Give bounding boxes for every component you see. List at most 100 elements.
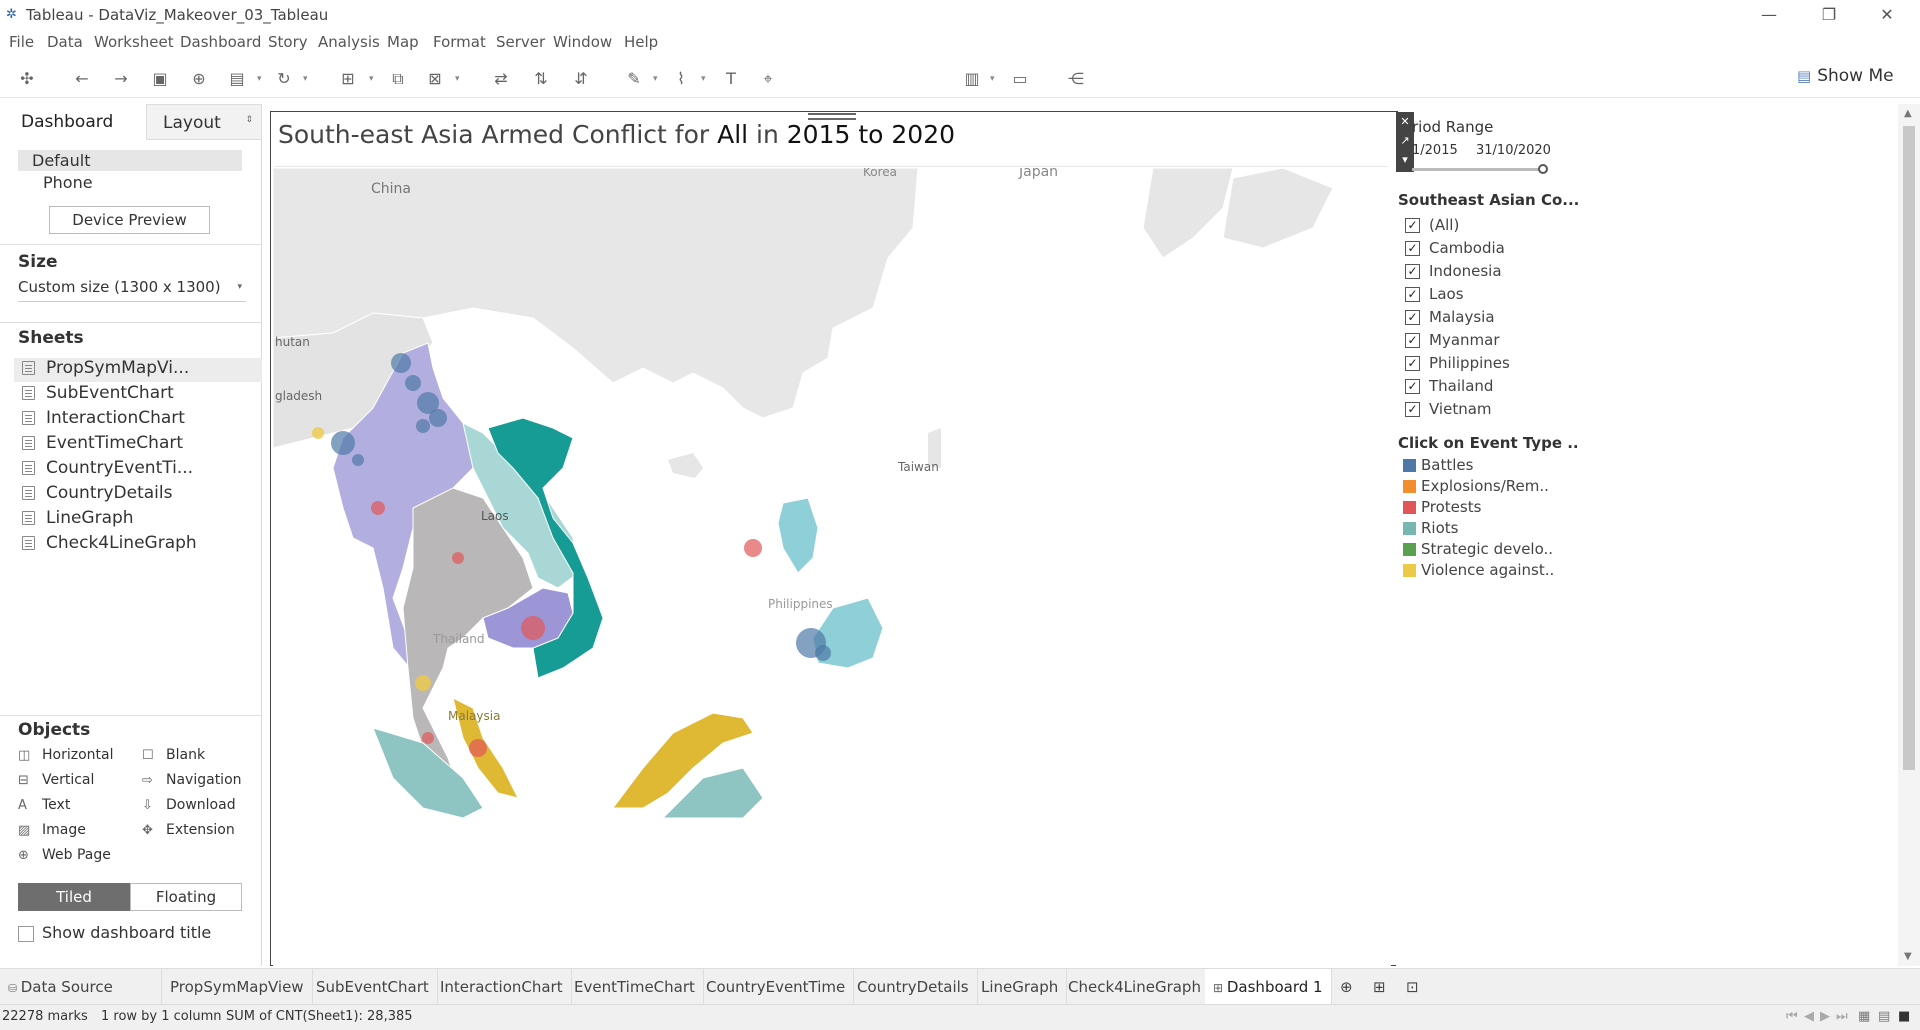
- list-view-icon[interactable]: ▤: [1878, 1009, 1890, 1024]
- save-icon[interactable]: ▣: [149, 68, 171, 90]
- scroll-up-icon[interactable]: ▲: [1904, 108, 1912, 119]
- object-webpage[interactable]: ⊕ Web Page: [18, 847, 111, 863]
- checkbox[interactable]: ✓: [1405, 287, 1420, 302]
- menu-story[interactable]: Story: [268, 33, 308, 51]
- sheet-item[interactable]: Check4LineGraph: [18, 533, 262, 557]
- checkbox[interactable]: ✓: [1405, 310, 1420, 325]
- sheet-item[interactable]: SubEventChart: [18, 383, 262, 407]
- tab-sheet[interactable]: LineGraph: [973, 969, 1068, 1005]
- group-dropdown-icon[interactable]: ▾: [701, 68, 709, 90]
- swap-icon[interactable]: ⇄: [490, 68, 512, 90]
- show-cards-icon[interactable]: ▥: [961, 68, 983, 90]
- sheet-item[interactable]: EventTimeChart: [18, 433, 262, 457]
- tab-sheet[interactable]: SubEventChart: [308, 969, 438, 1005]
- menu-analysis[interactable]: Analysis: [318, 33, 380, 51]
- device-preview-button[interactable]: Device Preview: [49, 206, 210, 234]
- checkbox[interactable]: ✓: [1405, 333, 1420, 348]
- pause-updates-icon[interactable]: ▤: [226, 68, 248, 90]
- checkbox[interactable]: ✓: [1405, 356, 1420, 371]
- scrollbar-thumb[interactable]: [1903, 126, 1915, 770]
- nav-first-icon[interactable]: ⏮: [1786, 1009, 1798, 1024]
- menu-window[interactable]: Window: [553, 33, 612, 51]
- floating-toggle[interactable]: Floating: [130, 883, 242, 911]
- checkbox[interactable]: ✓: [1405, 402, 1420, 417]
- object-navigation[interactable]: ⇨ Navigation: [142, 772, 242, 788]
- group-icon[interactable]: ⌇: [670, 68, 692, 90]
- sheet-item[interactable]: PropSymMapVi...: [14, 358, 262, 382]
- tab-sheet[interactable]: CountryEventTime: [698, 969, 855, 1005]
- restore-icon[interactable]: ❐: [1806, 2, 1852, 28]
- period-slider-handle[interactable]: [1538, 164, 1548, 174]
- menu-file[interactable]: File: [9, 33, 34, 51]
- tab-sheet[interactable]: CountryDetails: [849, 969, 978, 1005]
- menu-help[interactable]: Help: [624, 33, 658, 51]
- checkbox[interactable]: ✓: [1405, 218, 1420, 233]
- period-slider-track[interactable]: [1412, 168, 1544, 171]
- new-worksheet-dropdown-icon[interactable]: ▾: [369, 68, 377, 90]
- clear-sheet-icon[interactable]: ⊠: [424, 68, 446, 90]
- duplicate-icon[interactable]: ⧉: [387, 68, 409, 90]
- clear-dropdown-icon[interactable]: ▾: [455, 68, 463, 90]
- sort-descending-icon[interactable]: ⇵: [570, 68, 592, 90]
- nav-last-icon[interactable]: ⏭: [1836, 1009, 1848, 1024]
- undo-icon[interactable]: ←: [71, 68, 93, 90]
- object-image[interactable]: ▨ Image: [18, 822, 86, 838]
- object-vertical[interactable]: ⊟ Vertical: [18, 772, 94, 788]
- refresh-dropdown-icon[interactable]: ▾: [303, 68, 311, 90]
- highlight-dropdown-icon[interactable]: ▾: [653, 68, 661, 90]
- sort-ascending-icon[interactable]: ⇅: [530, 68, 552, 90]
- new-worksheet-icon[interactable]: ⊕: [1332, 969, 1361, 1005]
- pause-updates-dropdown-icon[interactable]: ▾: [257, 68, 265, 90]
- menu-map[interactable]: Map: [387, 33, 419, 51]
- menu-format[interactable]: Format: [433, 33, 486, 51]
- show-dashboard-title-checkbox[interactable]: [18, 926, 34, 942]
- tab-data-source[interactable]: ⛁ Data Source: [0, 969, 162, 1005]
- tab-dashboard[interactable]: Dashboard: [0, 104, 146, 140]
- new-worksheet-icon[interactable]: ⊞: [337, 68, 359, 90]
- sheet-item[interactable]: InteractionChart: [18, 408, 262, 432]
- tab-sheet[interactable]: PropSymMapView: [162, 969, 313, 1005]
- pin-icon[interactable]: ⌖: [757, 68, 779, 90]
- menu-worksheet[interactable]: Worksheet: [94, 33, 174, 51]
- close-icon[interactable]: ✕: [1864, 2, 1910, 28]
- device-phone[interactable]: Phone: [18, 172, 242, 193]
- vertical-scrollbar[interactable]: ▲ ▼: [1898, 104, 1920, 966]
- drag-handle[interactable]: [808, 113, 856, 120]
- tableau-home-icon[interactable]: ✣: [16, 68, 38, 90]
- tab-sheet[interactable]: Check4LineGraph: [1060, 969, 1210, 1005]
- checkbox[interactable]: ✓: [1405, 241, 1420, 256]
- device-default[interactable]: Default: [18, 150, 242, 171]
- tab-sheet[interactable]: EventTimeChart: [566, 969, 704, 1005]
- menu-dashboard[interactable]: Dashboard: [180, 33, 261, 51]
- scroll-down-icon[interactable]: ▼: [1904, 951, 1912, 962]
- minimize-icon[interactable]: —: [1746, 2, 1792, 28]
- menu-data[interactable]: Data: [47, 33, 83, 51]
- share-icon[interactable]: ⋲: [1065, 68, 1087, 90]
- sheet-item[interactable]: CountryEventTi...: [18, 458, 262, 482]
- proportional-symbol-map[interactable]: China Korea Japan hutan gladesh Taiwan L…: [273, 168, 1391, 966]
- size-select[interactable]: Custom size (1300 x 1300) ▾: [18, 278, 246, 302]
- object-extension[interactable]: ✥ Extension: [142, 822, 235, 838]
- nav-prev-icon[interactable]: ◀: [1804, 1009, 1814, 1024]
- checkbox[interactable]: ✓: [1405, 379, 1420, 394]
- nav-next-icon[interactable]: ▶: [1820, 1009, 1830, 1024]
- new-data-source-icon[interactable]: ⊕: [188, 68, 210, 90]
- highlight-icon[interactable]: ✎: [623, 68, 645, 90]
- refresh-icon[interactable]: ↻: [273, 68, 295, 90]
- object-text[interactable]: A Text: [18, 797, 70, 813]
- sheet-item[interactable]: LineGraph: [18, 508, 262, 532]
- tab-layout[interactable]: Layout ⇕: [146, 104, 262, 140]
- new-story-icon[interactable]: ⊡: [1398, 969, 1427, 1005]
- object-download[interactable]: ⇩ Download: [142, 797, 236, 813]
- object-horizontal[interactable]: ◫ Horizontal: [18, 747, 113, 763]
- presentation-mode-icon[interactable]: ▭: [1009, 68, 1031, 90]
- menu-server[interactable]: Server: [496, 33, 545, 51]
- filmstrip-view-icon[interactable]: ■: [1898, 1009, 1910, 1024]
- show-me-button[interactable]: ▤ Show Me: [1797, 66, 1894, 92]
- sheet-item[interactable]: CountryDetails: [18, 483, 262, 507]
- tab-dashboard-1[interactable]: ⊞ Dashboard 1: [1205, 969, 1332, 1005]
- tab-sheet[interactable]: InteractionChart: [432, 969, 572, 1005]
- redo-icon[interactable]: →: [110, 68, 132, 90]
- checkbox[interactable]: ✓: [1405, 264, 1420, 279]
- show-cards-dropdown-icon[interactable]: ▾: [990, 68, 998, 90]
